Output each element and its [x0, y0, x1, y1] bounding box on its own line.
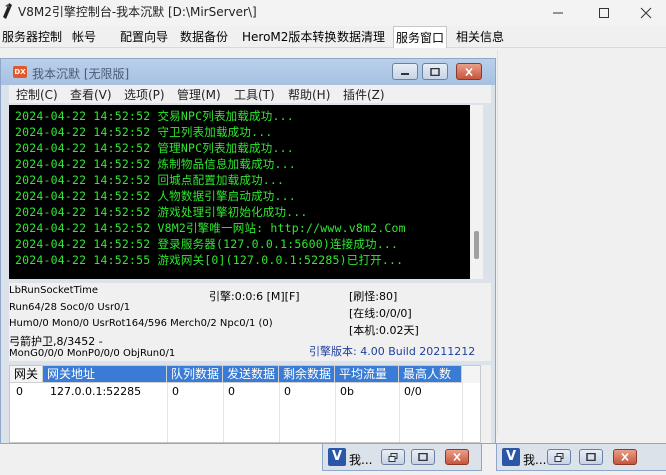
close-icon: [453, 453, 461, 461]
log-line: 2024-04-22 14:52:52 游戏处理引擎初始化成功...: [15, 205, 308, 219]
minimized-child-window[interactable]: V 我...: [496, 443, 666, 471]
menu-manage[interactable]: 管理(M): [177, 86, 221, 103]
maximize-button[interactable]: [579, 449, 603, 465]
log-line: 2024-04-22 14:52:52 回城点配置加载成功...: [15, 173, 285, 187]
right-empty-panel: [497, 50, 666, 435]
log-line: 2024-04-22 14:52:52 人物数据引擎启动成功...: [15, 189, 296, 203]
close-icon: [465, 67, 473, 76]
main-window-title: V8M2引擎控制台-我本沉默 [D:\MirServer\]: [18, 5, 257, 19]
app-icon: [3, 3, 12, 19]
stat-mon: MonG0/0/0 MonP0/0/0 ObjRun0/1: [9, 348, 176, 359]
col-send-data[interactable]: 发送数据: [223, 366, 279, 383]
tab-data-backup[interactable]: 数据备份: [178, 28, 230, 48]
close-button[interactable]: [626, 0, 666, 26]
server-stats-panel: LbRunSocketTime 引擎:0:0:6 [M][F] [刷怪:80] …: [9, 283, 491, 361]
stat-archer: 弓箭护卫,8/3452 -: [9, 335, 103, 348]
cell-queue-data: 0: [172, 385, 179, 398]
child-menu-bar: 控制(C) 查看(V) 选项(P) 管理(M) 工具(T) 帮助(H) 插件(Z…: [9, 85, 491, 103]
maximize-button[interactable]: [584, 0, 624, 26]
col-gateway[interactable]: 网关: [10, 366, 43, 383]
stat-lb-run: LbRunSocketTime: [9, 285, 99, 296]
cell-max-users: 0/0: [404, 385, 422, 398]
menu-view[interactable]: 查看(V): [70, 86, 112, 103]
cell-avg-traffic: 0b: [340, 385, 354, 398]
tab-herom2-convert[interactable]: HeroM2版本转换: [240, 28, 338, 48]
maximize-icon: [586, 453, 596, 461]
close-icon: [640, 7, 652, 19]
close-icon: [621, 453, 629, 461]
stat-online: [在线:0/0/0]: [349, 307, 412, 320]
cell-remaining-data: 0: [284, 385, 291, 398]
log-line: 2024-04-22 14:52:52 交易NPC列表加载成功...: [15, 109, 294, 123]
minimize-icon: [401, 72, 409, 75]
log-line: 2024-04-22 14:52:52 管理NPC列表加载成功...: [15, 141, 294, 155]
log-line: 2024-04-22 14:52:52 V8M2引擎唯一网站: http://w…: [15, 221, 406, 235]
tab-service-window[interactable]: 服务窗口: [393, 26, 448, 48]
minimized-child-window[interactable]: V 我...: [322, 443, 482, 471]
tab-server-control[interactable]: 服务器控制: [0, 28, 64, 48]
minimize-icon: [553, 12, 563, 14]
server-child-window: DX 我本沉默 [无限版] 控制(C) 查看(V) 选项(P) 管理(M) 工具…: [0, 58, 496, 444]
menu-help[interactable]: 帮助(H): [288, 86, 330, 103]
dx-app-icon: DX: [13, 66, 27, 78]
restore-icon: [388, 452, 398, 462]
tab-related-info[interactable]: 相关信息: [454, 28, 506, 48]
menu-plugins[interactable]: 插件(Z): [343, 86, 385, 103]
col-max-users[interactable]: 最高人数: [399, 366, 462, 383]
close-button[interactable]: [613, 449, 637, 465]
col-queue-data[interactable]: 队列数据: [167, 366, 223, 383]
maximize-icon: [430, 67, 440, 76]
gateway-table[interactable]: 网关 网关地址 队列数据 发送数据 剩余数据 平均流量 最高人数 0 127.0…: [9, 365, 481, 443]
log-line: 2024-04-22 14:52:55 游戏网关[0](127.0.0.1:52…: [15, 253, 404, 267]
stat-run: Run64/28 Soc0/0 Usr0/1: [9, 302, 131, 313]
v8m2-icon: V: [502, 448, 520, 466]
cell-gateway-address: 127.0.0.1:52285: [50, 385, 142, 398]
menu-options[interactable]: 选项(P): [124, 86, 165, 103]
main-tab-bar: 服务器控制 帐号 配置向导 数据备份 HeroM2版本转换 数据清理 服务窗口 …: [0, 26, 666, 48]
table-scrollbar[interactable]: [481, 365, 491, 443]
stat-hum: Hum0/0 Mon0/0 UsrRot164/596 Merch0/2 Npc…: [9, 318, 273, 329]
v8m2-icon: V: [328, 448, 346, 466]
minimize-button[interactable]: [538, 0, 578, 26]
desktop: V8M2引擎控制台-我本沉默 [D:\MirServer\] 服务器控制 帐号 …: [0, 0, 666, 475]
restore-icon: [554, 452, 564, 462]
child-title-bar[interactable]: DX 我本沉默 [无限版]: [1, 59, 495, 85]
log-line: 2024-04-22 14:52:52 炼制物品信息加载成功...: [15, 157, 296, 171]
cell-gateway: 0: [16, 385, 23, 398]
log-line: 2024-04-22 14:52:52 登录服务器(127.0.0.1:5600…: [15, 237, 399, 251]
maximize-icon: [418, 453, 428, 461]
menu-control[interactable]: 控制(C): [16, 86, 58, 103]
console-scroll-thumb[interactable]: [474, 231, 479, 259]
menu-tools[interactable]: 工具(T): [234, 86, 275, 103]
stat-local: [本机:0.02天]: [349, 324, 419, 337]
col-avg-traffic[interactable]: 平均流量: [335, 366, 399, 383]
minimized-window-title: 我...: [349, 453, 373, 467]
restore-button[interactable]: [381, 449, 405, 465]
console-scrollbar[interactable]: [470, 105, 483, 279]
main-title-bar[interactable]: V8M2引擎控制台-我本沉默 [D:\MirServer\]: [0, 0, 666, 26]
engine-version: 引擎版本: 4.00 Build 20211212: [309, 345, 476, 358]
server-log-console[interactable]: 2024-04-22 14:52:52 交易NPC列表加载成功... 2024-…: [9, 105, 470, 279]
child-window-title: 我本沉默 [无限版]: [32, 67, 130, 81]
gateway-table-header: 网关 网关地址 队列数据 发送数据 剩余数据 平均流量 最高人数: [10, 366, 480, 383]
col-gateway-address[interactable]: 网关地址: [43, 366, 167, 383]
stat-engine: 引擎:0:0:6 [M][F]: [209, 290, 300, 303]
tab-data-cleanup[interactable]: 数据清理: [335, 28, 387, 48]
child-close-button[interactable]: [456, 63, 482, 80]
tab-config-wizard[interactable]: 配置向导: [118, 28, 170, 48]
maximize-button[interactable]: [411, 449, 435, 465]
child-maximize-button[interactable]: [422, 63, 448, 80]
col-remaining-data[interactable]: 剩余数据: [279, 366, 335, 383]
minimized-window-title: 我...: [523, 453, 547, 467]
maximize-icon: [599, 8, 609, 18]
cell-send-data: 0: [228, 385, 235, 398]
log-line: 2024-04-22 14:52:52 守卫列表加载成功...: [15, 125, 273, 139]
stat-refresh: [刷怪:80]: [349, 290, 398, 303]
column-divider: [462, 383, 463, 442]
tab-account[interactable]: 帐号: [70, 28, 98, 48]
child-minimize-button[interactable]: [392, 63, 418, 80]
close-button[interactable]: [445, 449, 469, 465]
restore-button[interactable]: [547, 449, 571, 465]
